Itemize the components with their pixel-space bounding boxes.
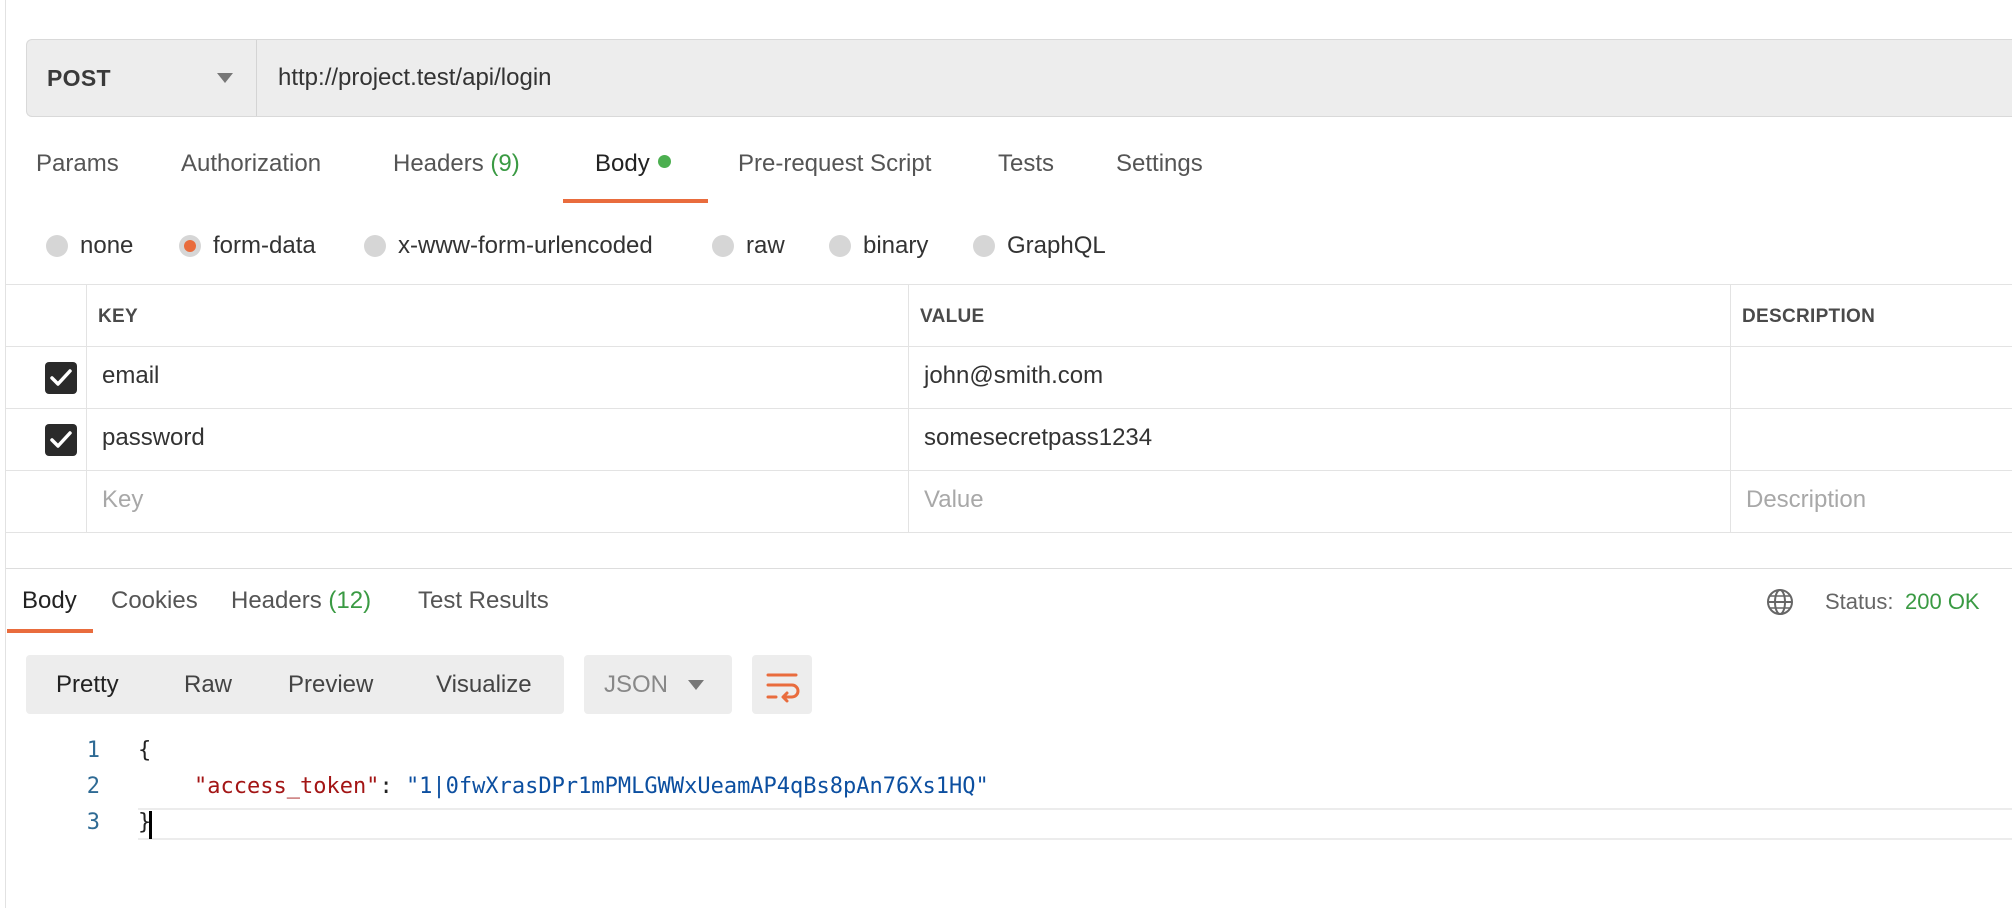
radio-graphql[interactable]: GraphQL bbox=[973, 229, 1106, 263]
radio-icon bbox=[46, 235, 68, 257]
request-bar: POST http://project.test/api/login bbox=[26, 39, 2012, 117]
view-preview-button[interactable]: Preview bbox=[284, 655, 377, 714]
tab-params[interactable]: Params bbox=[36, 150, 119, 194]
json-key: "access_token" bbox=[194, 774, 380, 799]
body-modified-dot-icon bbox=[657, 155, 671, 168]
radio-icon bbox=[973, 235, 995, 257]
row-checkbox[interactable] bbox=[45, 362, 77, 394]
checkmark-icon bbox=[50, 369, 72, 386]
column-divider bbox=[1730, 284, 1731, 533]
param-key-cell[interactable]: password bbox=[102, 424, 205, 452]
line-number: 2 bbox=[86, 774, 100, 799]
format-select[interactable]: JSON bbox=[584, 655, 732, 714]
radio-icon bbox=[829, 235, 851, 257]
globe-icon[interactable] bbox=[1765, 587, 1795, 617]
radio-icon bbox=[364, 235, 386, 257]
param-value-cell[interactable]: john@smith.com bbox=[924, 362, 1103, 390]
current-line-highlight bbox=[138, 808, 2012, 840]
tab-authorization[interactable]: Authorization bbox=[181, 150, 321, 194]
line-number: 3 bbox=[86, 810, 100, 835]
tab-settings[interactable]: Settings bbox=[1116, 150, 1203, 194]
json-colon: : bbox=[379, 774, 406, 799]
new-value-input[interactable]: Value bbox=[924, 486, 984, 514]
url-input[interactable]: http://project.test/api/login bbox=[278, 40, 552, 116]
response-tab-headers[interactable]: Headers (12) bbox=[231, 587, 371, 621]
radio-form-data[interactable]: form-data bbox=[179, 229, 316, 263]
status-label: Status: bbox=[1825, 589, 1894, 614]
format-label: JSON bbox=[604, 671, 669, 698]
headers-count: (9) bbox=[490, 150, 520, 177]
wrap-lines-icon bbox=[766, 673, 800, 703]
view-mode-group: Pretty Raw Preview Visualize bbox=[26, 655, 564, 714]
response-tab-cookies[interactable]: Cookies bbox=[111, 587, 198, 621]
response-tab-body[interactable]: Body bbox=[22, 587, 77, 621]
active-response-tab-indicator bbox=[7, 629, 93, 633]
chevron-down-icon bbox=[688, 680, 704, 690]
radio-selected-icon bbox=[179, 235, 201, 257]
line-number: 1 bbox=[86, 738, 100, 763]
column-header-key: KEY bbox=[98, 306, 138, 327]
view-visualize-button[interactable]: Visualize bbox=[432, 655, 536, 714]
form-data-table: KEY VALUE DESCRIPTION email john@smith.c… bbox=[6, 284, 2012, 533]
radio-x-www-form-urlencoded[interactable]: x-www-form-urlencoded bbox=[364, 229, 653, 263]
param-value-cell[interactable]: somesecretpass1234 bbox=[924, 424, 1152, 452]
tab-body[interactable]: Body bbox=[595, 150, 671, 194]
table-border bbox=[6, 408, 2012, 409]
row-checkbox[interactable] bbox=[45, 424, 77, 456]
view-pretty-button[interactable]: Pretty bbox=[52, 655, 123, 714]
status-value: 200 OK bbox=[1905, 589, 1980, 614]
table-border bbox=[6, 346, 2012, 347]
column-divider bbox=[86, 284, 87, 533]
column-header-value: VALUE bbox=[920, 306, 985, 327]
code-line-1[interactable]: { bbox=[138, 738, 151, 763]
radio-icon bbox=[712, 235, 734, 257]
tab-tests[interactable]: Tests bbox=[998, 150, 1054, 194]
table-border bbox=[6, 284, 2012, 285]
new-description-input[interactable]: Description bbox=[1746, 486, 1866, 514]
json-open-brace: { bbox=[138, 738, 152, 763]
json-string-value: "1|0fwXrasDPr1mPMLGWWxUeamAP4qBs8pAn76Xs… bbox=[405, 774, 989, 799]
radio-raw[interactable]: raw bbox=[712, 229, 785, 263]
response-divider bbox=[6, 568, 2012, 569]
tab-headers[interactable]: Headers (9) bbox=[393, 150, 520, 194]
tab-pre-request-script[interactable]: Pre-request Script bbox=[738, 150, 931, 194]
response-tab-test-results[interactable]: Test Results bbox=[418, 587, 549, 621]
code-line-2[interactable]: "access_token": "1|0fwXrasDPr1mPMLGWWxUe… bbox=[194, 774, 989, 799]
param-key-cell[interactable]: email bbox=[102, 362, 159, 390]
wrap-lines-button[interactable] bbox=[752, 655, 812, 714]
active-tab-indicator bbox=[563, 199, 708, 203]
checkmark-icon bbox=[50, 431, 72, 448]
view-raw-button[interactable]: Raw bbox=[180, 655, 236, 714]
chevron-down-icon[interactable] bbox=[217, 73, 233, 83]
table-border bbox=[6, 532, 2012, 533]
text-cursor bbox=[149, 811, 152, 839]
column-header-description: DESCRIPTION bbox=[1742, 306, 1876, 327]
method-label: POST bbox=[47, 64, 111, 91]
radio-binary[interactable]: binary bbox=[829, 229, 928, 263]
new-key-input[interactable]: Key bbox=[102, 486, 143, 514]
column-divider bbox=[908, 284, 909, 533]
radio-none[interactable]: none bbox=[46, 229, 133, 263]
response-headers-count: (12) bbox=[328, 587, 372, 614]
table-border bbox=[6, 470, 2012, 471]
